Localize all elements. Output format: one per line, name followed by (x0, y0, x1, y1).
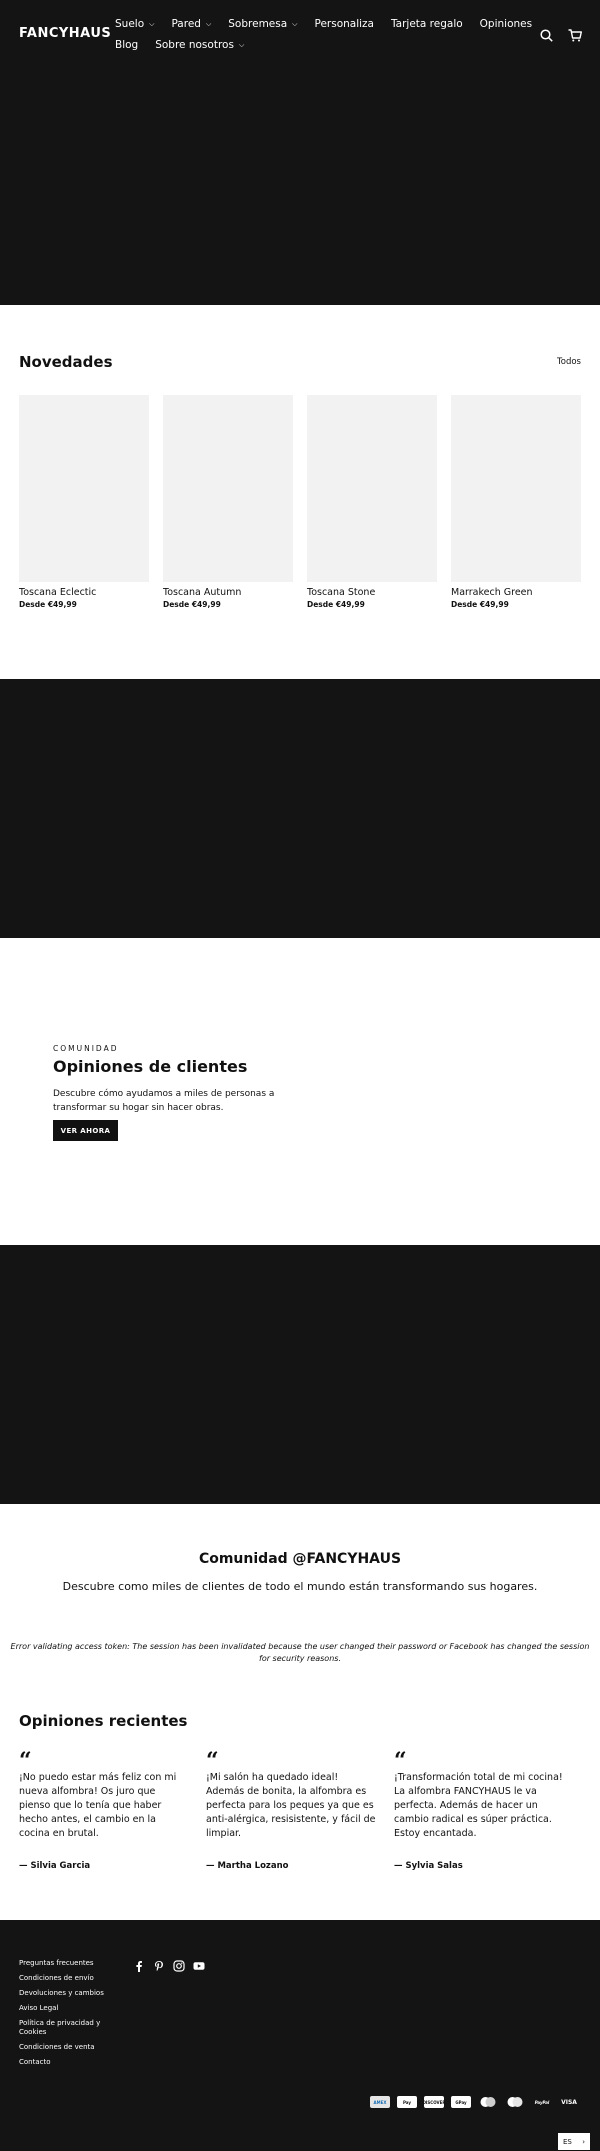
apple-pay-icon: Pay (397, 2096, 417, 2108)
product-image[interactable] (307, 395, 437, 582)
nav-item-tarjeta-regalo[interactable]: Tarjeta regalo (391, 18, 463, 30)
product-card[interactable]: Toscana Eclectic Desde €49,99 (19, 395, 149, 609)
site-footer: Preguntas frecuentes Condiciones de enví… (0, 1920, 600, 2151)
review-text: ¡Transformación total de mi cocina! La a… (394, 1772, 563, 1839)
nav-item-label: Suelo (115, 18, 145, 30)
product-card[interactable]: Marrakech Green Desde €49,99 (451, 395, 581, 609)
facebook-icon[interactable] (133, 1957, 145, 1972)
instagram-error-message: Error validating access token: The sessi… (10, 1642, 590, 1663)
quote-icon: “ (206, 1748, 219, 1774)
product-price: Desde €49,99 (163, 600, 221, 609)
section-kicker: COMUNIDAD (53, 1044, 119, 1053)
quote-icon: “ (394, 1748, 407, 1774)
visa-icon: VISA (561, 2098, 577, 2106)
chevron-down-icon: ⌵ (292, 19, 298, 28)
review-author: — Sylvia Salas (394, 1861, 463, 1871)
product-card[interactable]: Toscana Stone Desde €49,99 (307, 395, 437, 609)
product-image[interactable] (451, 395, 581, 582)
product-price: Desde €49,99 (307, 600, 365, 609)
instagram-icon[interactable] (173, 1957, 185, 1972)
ver-ahora-button[interactable]: VER AHORA (53, 1120, 118, 1141)
section-description: Descubre cómo ayudamos a miles de person… (53, 1089, 275, 1113)
site-logo[interactable]: FANCYHAUS (19, 26, 111, 41)
footer-link-envio[interactable]: Condiciones de envío (19, 1974, 109, 1983)
instagram-section-title: Comunidad @FANCYHAUS (198, 1551, 402, 1567)
search-icon[interactable] (540, 27, 553, 46)
nav-item-label: Sobre nosotros (155, 39, 234, 51)
nav-item-sobremesa[interactable]: Sobremesa ⌵ (228, 18, 297, 30)
youtube-icon[interactable] (193, 1957, 205, 1970)
footer-link-privacidad[interactable]: Política de privacidad y Cookies (19, 2019, 109, 2037)
review-text: ¡No puedo estar más feliz con mi nueva a… (19, 1772, 177, 1839)
mastercard-icon (505, 2096, 525, 2108)
paypal-icon: PayPal (534, 2099, 550, 2105)
footer-links: Preguntas frecuentes Condiciones de enví… (19, 1959, 109, 2073)
nav-item-opiniones[interactable]: Opiniones (480, 18, 532, 30)
chevron-down-icon: ⌵ (205, 19, 212, 28)
footer-link-aviso-legal[interactable]: Aviso Legal (19, 2004, 109, 2013)
review-card: “ ¡Mi salón ha quedado ideal! Además de … (206, 1748, 376, 1871)
view-all-link[interactable]: Todos (557, 357, 581, 367)
social-links (133, 1957, 205, 1972)
footer-link-condiciones-venta[interactable]: Condiciones de venta (19, 2043, 109, 2052)
language-selector[interactable]: ES › (558, 2133, 590, 2150)
nav-item-label: Personaliza (314, 18, 374, 30)
language-label: ES (563, 2137, 572, 2146)
nav-item-sobre-nosotros[interactable]: Sobre nosotros ⌵ (155, 39, 244, 51)
product-price: Desde €49,99 (451, 600, 509, 609)
chevron-down-icon: ⌵ (238, 40, 245, 49)
cart-icon[interactable] (568, 27, 582, 46)
google-pay-icon: GPay (451, 2096, 471, 2108)
review-card: “ ¡Transformación total de mi cocina! La… (394, 1748, 564, 1871)
maestro-icon (478, 2096, 498, 2108)
footer-link-contacto[interactable]: Contacto (19, 2058, 109, 2067)
product-card[interactable]: Toscana Autumn Desde €49,99 (163, 395, 293, 609)
product-name[interactable]: Marrakech Green (451, 587, 581, 598)
nav-item-blog[interactable]: Blog (115, 39, 138, 51)
footer-link-faq[interactable]: Preguntas frecuentes (19, 1959, 109, 1968)
product-name[interactable]: Toscana Autumn (163, 587, 293, 598)
review-author: — Silvia Garcia (19, 1861, 91, 1871)
discover-icon: DISCOVER (423, 2096, 445, 2108)
image-banner (0, 679, 600, 938)
product-grid: Toscana Eclectic Desde €49,99 Toscana Au… (19, 395, 581, 615)
review-author: — Martha Lozano (206, 1861, 289, 1871)
nav-item-suelo[interactable]: Suelo ⌵ (115, 18, 154, 30)
quote-icon: “ (19, 1748, 32, 1774)
nav-item-label: Blog (115, 39, 139, 51)
product-name[interactable]: Toscana Eclectic (19, 587, 149, 598)
image-banner (0, 1245, 600, 1504)
review-text: ¡Mi salón ha quedado ideal! Además de bo… (206, 1772, 376, 1839)
nav-item-label: Pared (171, 18, 201, 30)
review-card: “ ¡No puedo estar más feliz con mi nueva… (19, 1748, 189, 1871)
nav-item-personaliza[interactable]: Personaliza (314, 18, 374, 30)
nav-item-label: Opiniones (479, 18, 533, 30)
hero-banner: FANCYHAUS Suelo ⌵ Pared ⌵ Sobremesa ⌵ Perso… (0, 0, 600, 305)
product-price: Desde €49,99 (19, 600, 77, 609)
main-nav-row-1: Suelo ⌵ Pared ⌵ Sobremesa ⌵ Personaliza Tar… (115, 18, 549, 30)
main-nav-row-2: Blog Sobre nosotros ⌵ (115, 39, 261, 51)
product-image[interactable] (163, 395, 293, 582)
product-name[interactable]: Toscana Stone (307, 587, 437, 598)
footer-link-devoluciones[interactable]: Devoluciones y cambios (19, 1989, 109, 1998)
pinterest-icon[interactable] (153, 1957, 165, 1971)
nav-item-label: Sobremesa (228, 18, 288, 30)
chevron-down-icon: ⌵ (149, 19, 155, 28)
nav-item-label: Tarjeta regalo (390, 18, 463, 30)
chevron-right-icon: › (582, 2137, 585, 2146)
nav-item-pared[interactable]: Pared ⌵ (171, 18, 211, 30)
product-image[interactable] (19, 395, 149, 582)
section-title-novedades: Novedades (19, 353, 113, 371)
amex-icon: AMEX (370, 2096, 390, 2108)
instagram-section-subtitle: Descubre como miles de clientes de todo … (62, 1580, 538, 1593)
section-title-opiniones-recientes: Opiniones recientes (19, 1712, 188, 1730)
section-title-opiniones-clientes: Opiniones de clientes (53, 1057, 248, 1076)
